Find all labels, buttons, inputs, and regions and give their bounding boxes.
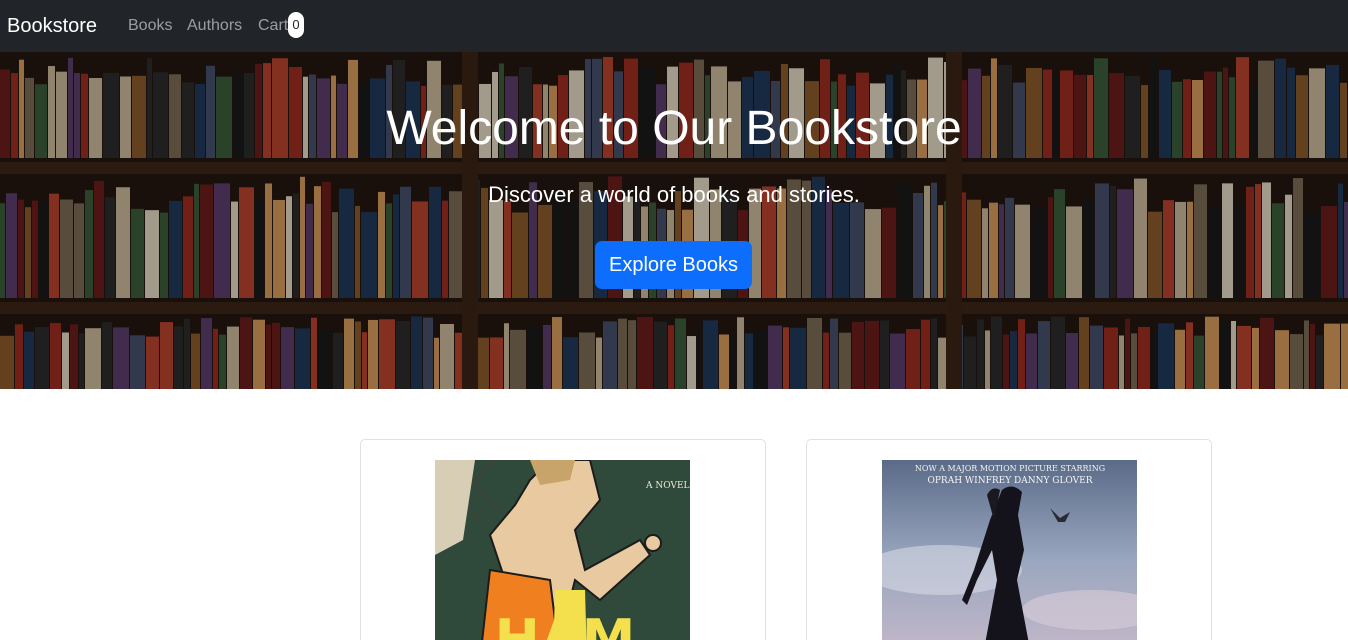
explore-books-button[interactable]: Explore Books bbox=[595, 241, 752, 289]
cover-tag-text: A NOVEL bbox=[645, 481, 690, 491]
book-card[interactable]: NOW A MAJOR MOTION PICTURE STARRING OPRA… bbox=[806, 439, 1212, 640]
nav-link-books[interactable]: Books bbox=[128, 15, 172, 37]
nav-link-authors[interactable]: Authors bbox=[187, 15, 242, 37]
top-navbar: Bookstore Books Authors Cart 0 bbox=[0, 0, 1348, 52]
cover-line-1-text: NOW A MAJOR MOTION PICTURE STARRING bbox=[915, 464, 1105, 473]
book-cover-image: NOW A MAJOR MOTION PICTURE STARRING OPRA… bbox=[882, 460, 1137, 640]
cover-title-text: HAM bbox=[495, 608, 636, 640]
hero-banner: Welcome to Our Bookstore Discover a worl… bbox=[0, 52, 1348, 389]
book-card[interactable]: A NOVEL HAM bbox=[360, 439, 766, 640]
cover-line-2-text: OPRAH WINFREY DANNY GLOVER bbox=[928, 476, 1093, 486]
cart-count-badge: 0 bbox=[288, 12, 304, 38]
hero-subtitle: Discover a world of books and stories. bbox=[488, 182, 860, 207]
book-cover-image: A NOVEL HAM bbox=[435, 460, 690, 640]
brand-link[interactable]: Bookstore bbox=[7, 13, 97, 39]
hero-title: Welcome to Our Bookstore bbox=[386, 102, 962, 155]
nav-link-cart[interactable]: Cart bbox=[258, 15, 288, 37]
